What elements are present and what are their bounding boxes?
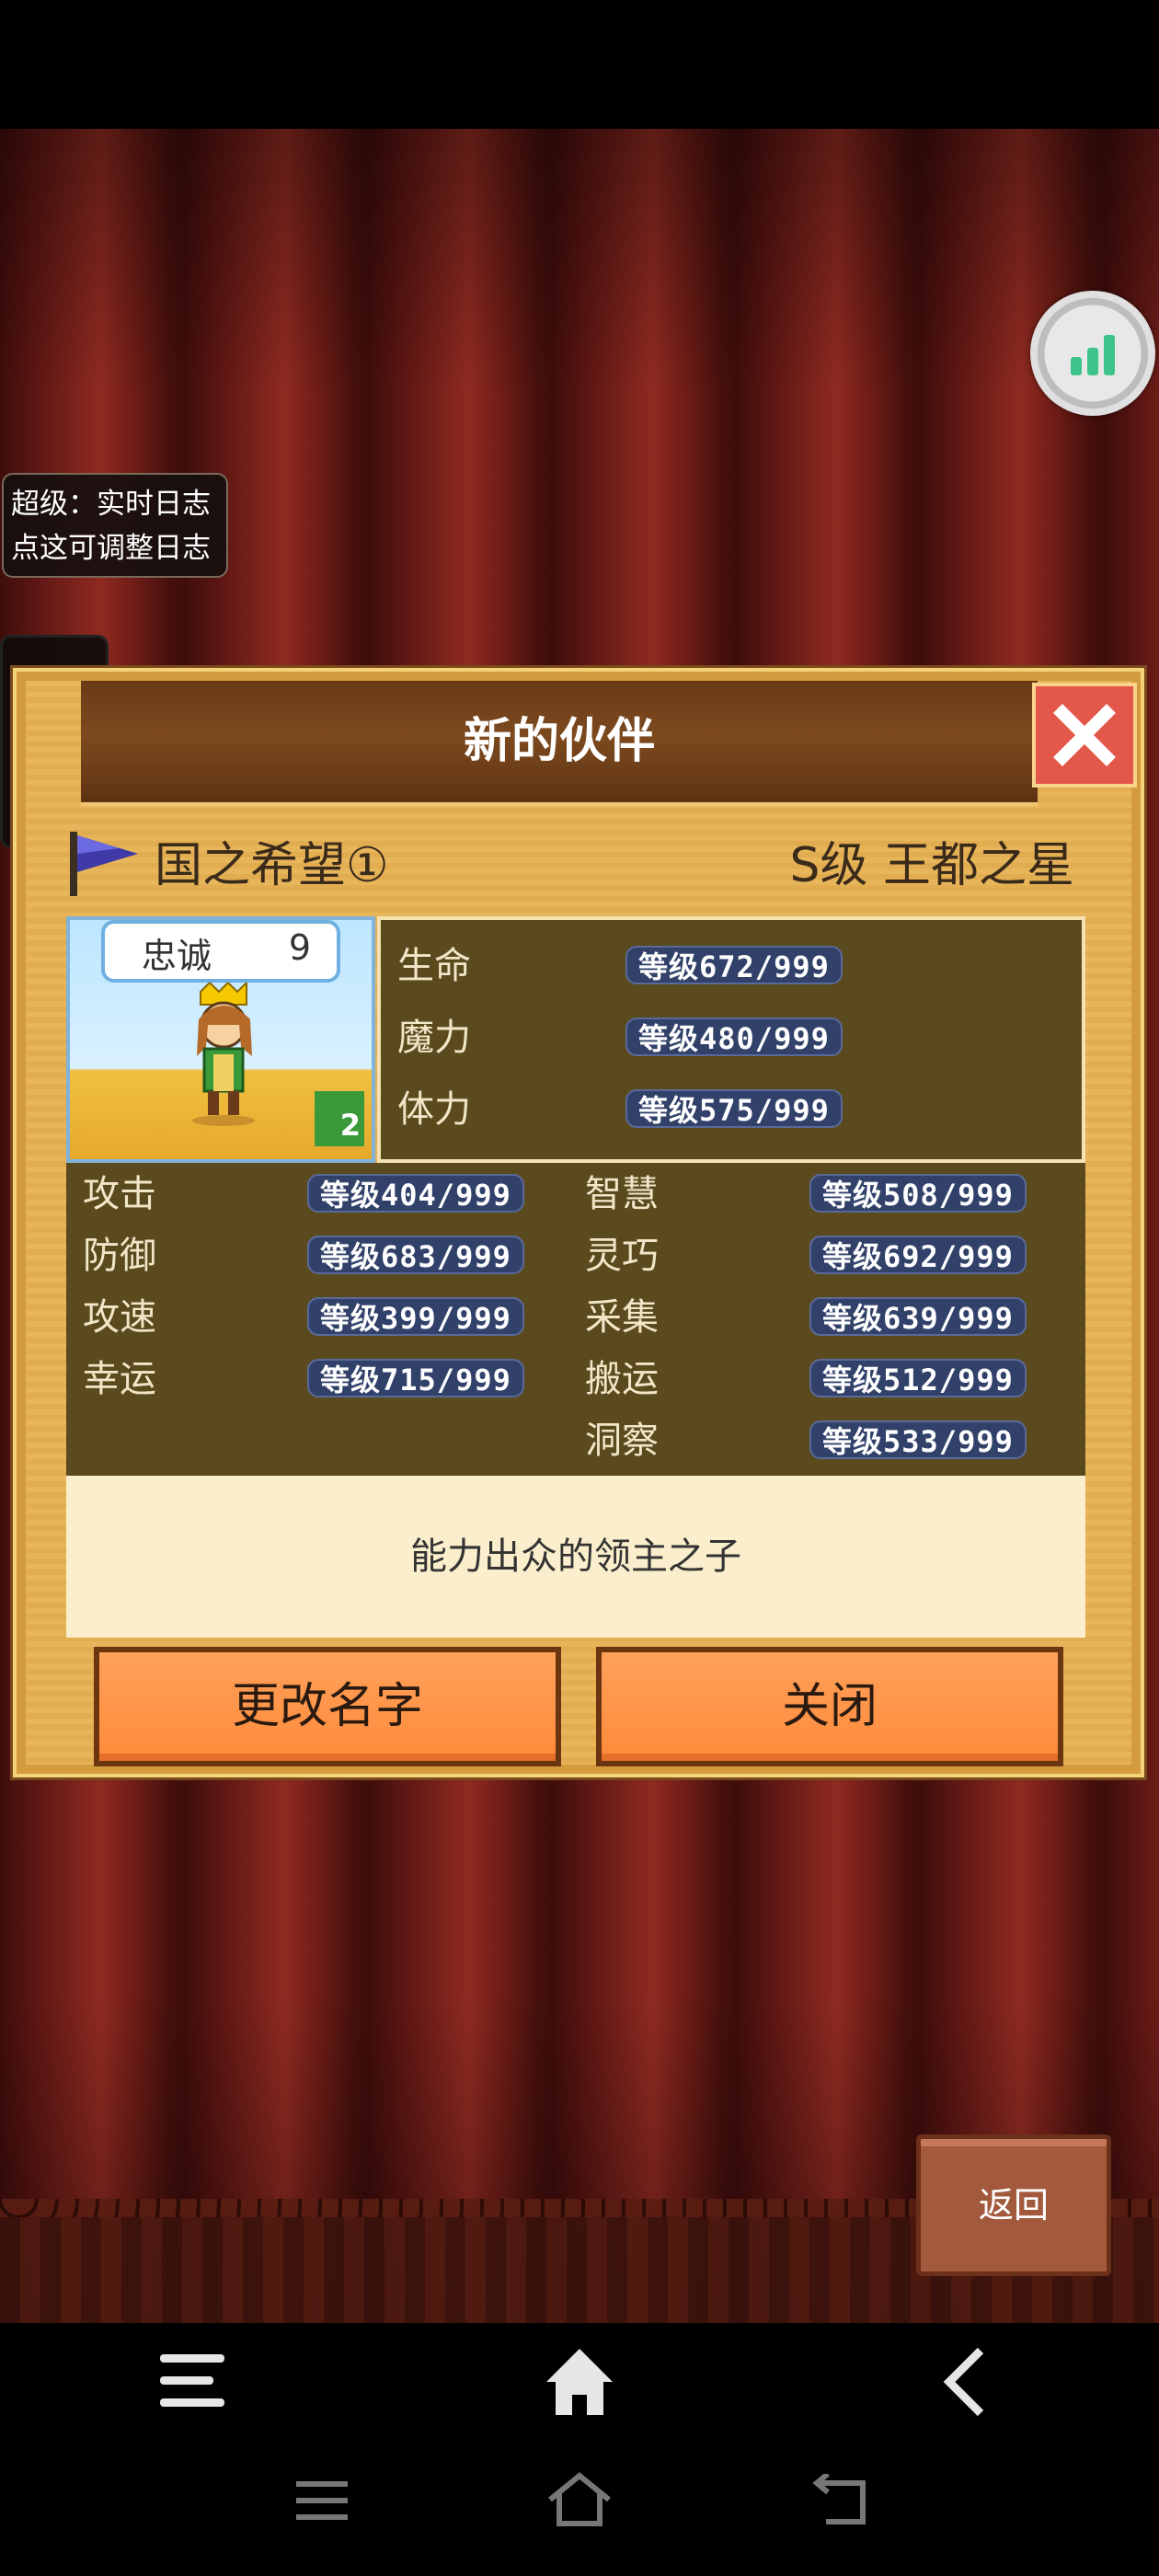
hero-sprite [192, 983, 255, 1126]
stat-label: 幸运 [83, 1358, 156, 1400]
stat-value: 等级512/999 [809, 1359, 1027, 1397]
stat-label: 搬运 [585, 1358, 659, 1400]
stat-value: 等级508/999 [809, 1174, 1027, 1213]
close-icon [1053, 704, 1116, 766]
stat-label: 生命 [397, 945, 471, 987]
unit-level-badge: 2 [315, 1091, 364, 1146]
stat-value: 等级404/999 [307, 1174, 524, 1213]
dialog-title: 新的伙伴 [463, 714, 655, 769]
rename-button-label: 更改名字 [231, 1679, 423, 1734]
dialog-titlebar: 新的伙伴 [81, 681, 1038, 806]
stat-value: 等级672/999 [625, 946, 843, 984]
stat-label: 魔力 [397, 1017, 471, 1059]
home-icon[interactable] [543, 2345, 616, 2419]
close-button[interactable]: 关闭 [596, 1647, 1063, 1766]
log-tip-line1: 超级：实时日志 [11, 488, 211, 521]
stats-icon [1071, 335, 1115, 375]
menu-icon[interactable] [294, 2479, 350, 2522]
stats-floating-button[interactable] [1030, 291, 1155, 416]
back-icon[interactable] [809, 2474, 868, 2527]
stat-value: 等级575/999 [625, 1089, 843, 1128]
close-dialog-button[interactable] [1032, 683, 1137, 788]
stat-value: 等级683/999 [307, 1236, 524, 1274]
stat-label: 防御 [83, 1235, 156, 1277]
back-button-label: 返回 [978, 2185, 1049, 2225]
stat-value: 等级533/999 [809, 1420, 1027, 1459]
app-navigation-bar [0, 2323, 1159, 2443]
unit-description: 能力出众的领主之子 [410, 1535, 741, 1578]
back-icon[interactable] [938, 2345, 993, 2419]
stat-label: 攻速 [83, 1296, 156, 1339]
stat-label: 灵巧 [585, 1235, 659, 1277]
stat-value: 等级399/999 [307, 1297, 524, 1336]
log-tip-banner[interactable]: 超级：实时日志 点这可调整日志 [2, 473, 228, 578]
status-bar [0, 0, 1159, 129]
stat-label: 攻击 [83, 1173, 156, 1215]
primary-stats-panel: 生命 等级672/999 魔力 等级480/999 体力 等级575/999 [377, 916, 1085, 1163]
unit-description-box: 能力出众的领主之子 [66, 1476, 1085, 1638]
loyalty-value: 9 [288, 927, 311, 968]
loyalty-label: 忠诚 [142, 936, 212, 976]
stat-label: 体力 [397, 1088, 471, 1131]
back-button[interactable]: 返回 [916, 2134, 1111, 2276]
stat-label: 智慧 [585, 1173, 659, 1215]
stat-value: 等级692/999 [809, 1236, 1027, 1274]
stat-value: 等级639/999 [809, 1297, 1027, 1336]
secondary-stats-panel: 攻击 等级404/999 防御 等级683/999 攻速 等级399/999 幸… [66, 1163, 1085, 1476]
close-button-label: 关闭 [781, 1679, 878, 1734]
stat-value: 等级715/999 [307, 1359, 524, 1397]
log-tip-line2: 点这可调整日志 [11, 532, 211, 565]
rename-button[interactable]: 更改名字 [94, 1647, 561, 1766]
stat-label: 采集 [585, 1296, 659, 1339]
loyalty-box: 忠诚 9 [101, 920, 340, 983]
menu-icon[interactable] [156, 2349, 228, 2415]
home-icon[interactable] [546, 2472, 613, 2527]
unit-rank: S级 王都之星 [789, 838, 1074, 893]
stat-value: 等级480/999 [625, 1018, 843, 1056]
unit-name: 国之希望① [155, 838, 389, 893]
flag-icon [70, 832, 138, 896]
system-navigation-bar [0, 2443, 1159, 2576]
stat-label: 洞察 [585, 1420, 659, 1462]
